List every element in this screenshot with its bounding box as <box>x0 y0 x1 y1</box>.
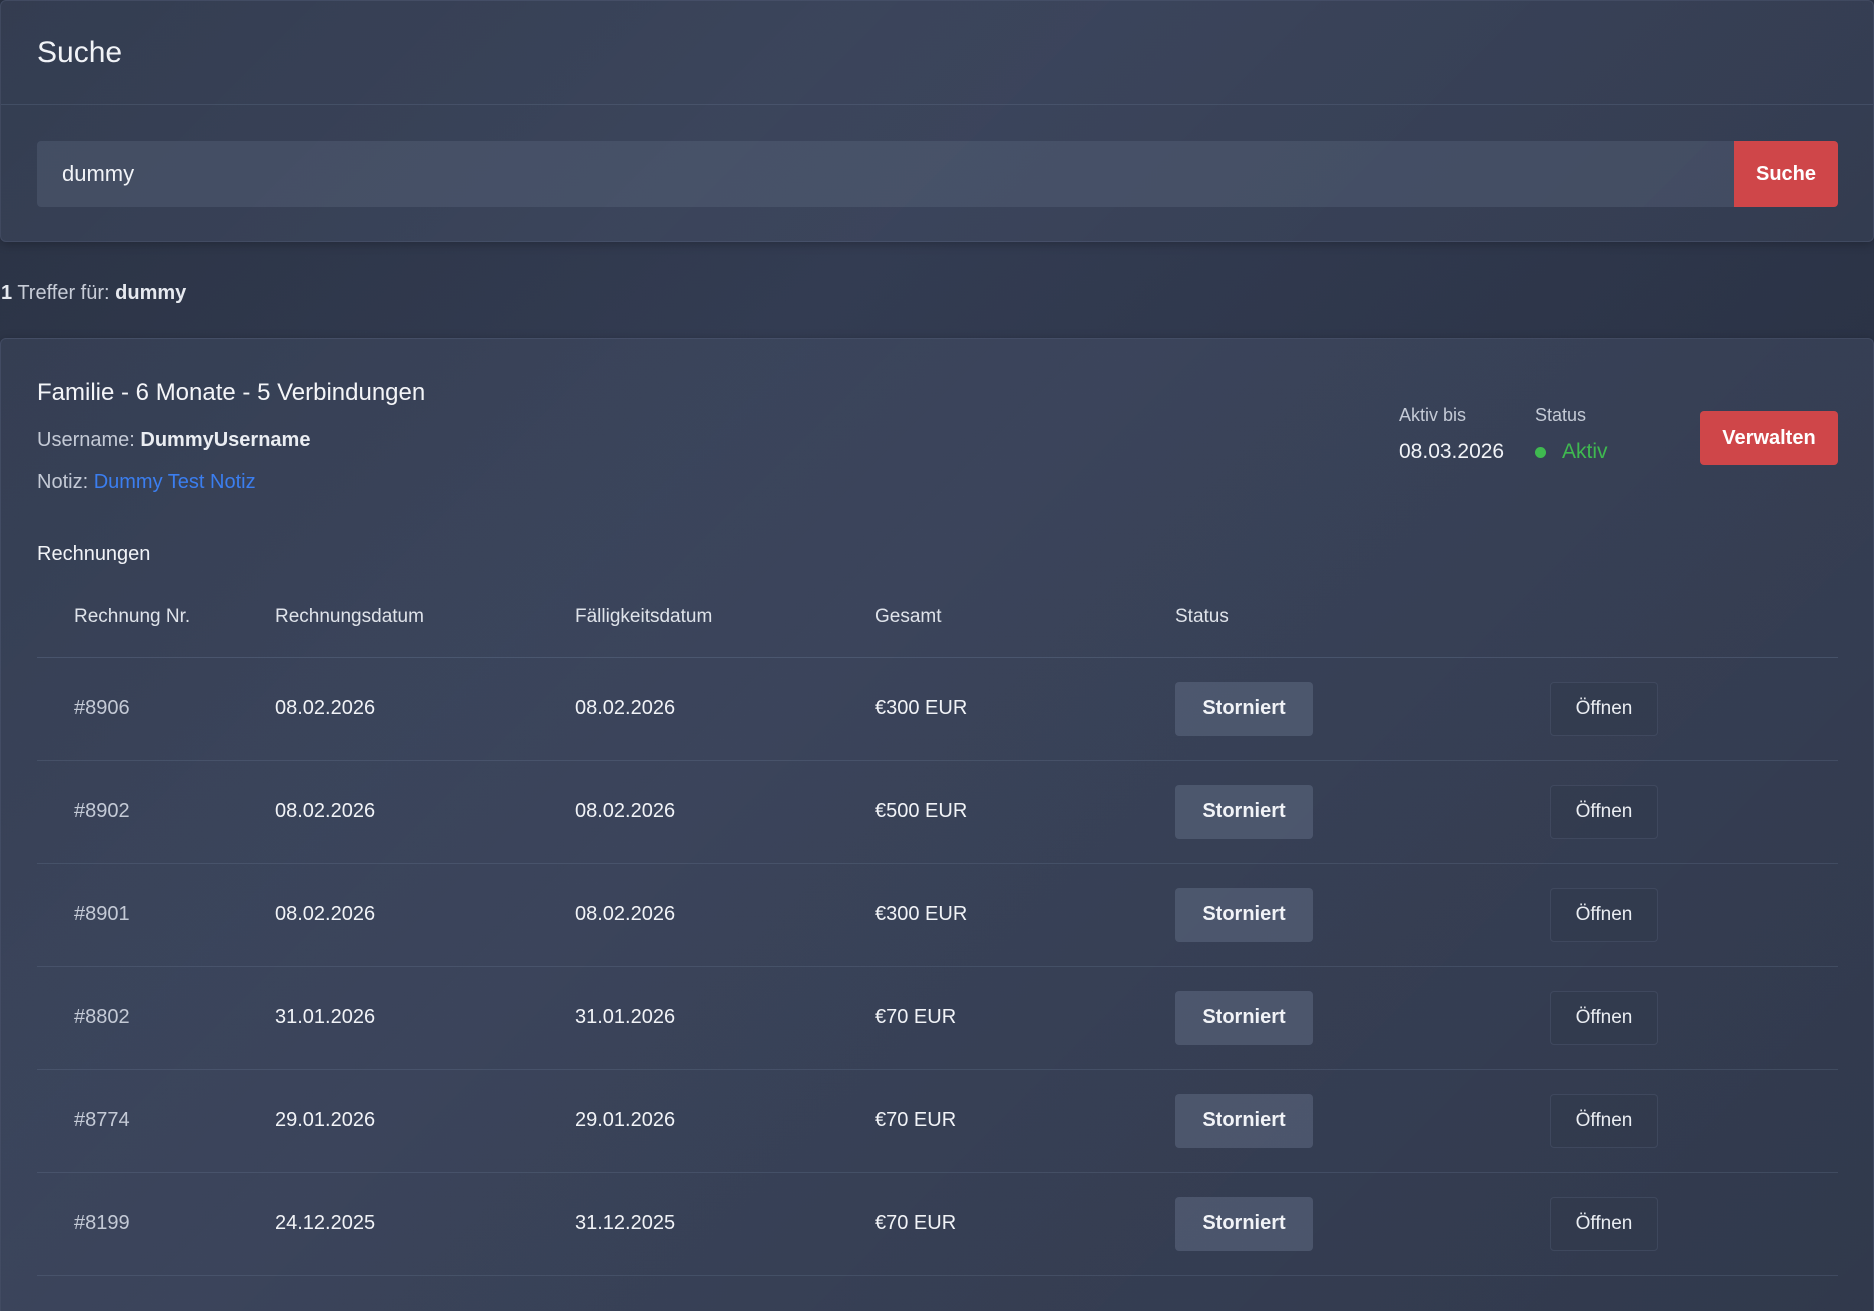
action-cell: Öffnen <box>1550 966 1838 1070</box>
table-row: #8902 08.02.2026 08.02.2026 €500 EUR Sto… <box>37 760 1838 864</box>
search-button[interactable]: Suche <box>1734 141 1838 207</box>
open-invoice-button[interactable]: Öffnen <box>1550 681 1658 736</box>
status-block: Status Aktiv <box>1535 405 1608 464</box>
table-row: #8901 08.02.2026 08.02.2026 €300 EUR Sto… <box>37 863 1838 967</box>
action-cell: Öffnen <box>1550 760 1838 864</box>
invoice-number: #8199 <box>37 1172 275 1276</box>
note-link[interactable]: Dummy Test Notiz <box>94 471 256 493</box>
invoice-total: €70 EUR <box>875 1069 1175 1173</box>
invoice-number: #8902 <box>37 760 275 864</box>
column-header-total: Gesamt <box>875 577 1175 658</box>
status-badge: Storniert <box>1175 784 1313 839</box>
action-cell: Öffnen <box>1550 1069 1838 1173</box>
invoice-total: €70 EUR <box>875 966 1175 1070</box>
status-badge: Storniert <box>1175 1196 1313 1251</box>
invoices-table: Rechnung Nr. Rechnungsdatum Fälligkeitsd… <box>37 577 1838 1276</box>
invoice-date: 29.01.2026 <box>275 1069 575 1173</box>
invoice-date: 08.02.2026 <box>275 863 575 967</box>
status-text: Aktiv <box>1562 440 1608 463</box>
invoice-date: 08.02.2026 <box>275 760 575 864</box>
status-cell: Storniert <box>1175 657 1550 761</box>
username-label: Username: <box>37 429 135 451</box>
status-cell: Storniert <box>1175 1172 1550 1276</box>
open-invoice-button[interactable]: Öffnen <box>1550 887 1658 942</box>
result-term: dummy <box>115 282 187 304</box>
due-date: 08.02.2026 <box>575 863 875 967</box>
action-cell: Öffnen <box>1550 657 1838 761</box>
open-invoice-button[interactable]: Öffnen <box>1550 784 1658 839</box>
plan-title: Familie - 6 Monate - 5 Verbindungen <box>37 379 426 406</box>
table-row: #8199 24.12.2025 31.12.2025 €70 EUR Stor… <box>37 1172 1838 1276</box>
open-invoice-button[interactable]: Öffnen <box>1550 1196 1658 1251</box>
column-header-due-date: Fälligkeitsdatum <box>575 577 875 658</box>
column-header-number: Rechnung Nr. <box>37 577 275 658</box>
note-label: Notiz: <box>37 471 89 493</box>
invoice-number: #8802 <box>37 966 275 1070</box>
table-header-row: Rechnung Nr. Rechnungsdatum Fälligkeitsd… <box>37 577 1838 658</box>
action-cell: Öffnen <box>1550 863 1838 967</box>
invoice-date: 08.02.2026 <box>275 657 575 761</box>
invoice-number: #8906 <box>37 657 275 761</box>
action-cell: Öffnen <box>1550 1172 1838 1276</box>
status-dot-icon <box>1535 446 1546 458</box>
invoice-date: 24.12.2025 <box>275 1172 575 1276</box>
invoice-total: €300 EUR <box>875 863 1175 967</box>
status-badge: Storniert <box>1175 681 1313 736</box>
status-badge: Storniert <box>1175 1093 1313 1148</box>
table-row: #8906 08.02.2026 08.02.2026 €300 EUR Sto… <box>37 657 1838 761</box>
due-date: 31.01.2026 <box>575 966 875 1070</box>
search-row: Suche <box>37 141 1838 207</box>
status-cell: Storniert <box>1175 863 1550 967</box>
invoice-total: €300 EUR <box>875 657 1175 761</box>
open-invoice-button[interactable]: Öffnen <box>1550 1093 1658 1148</box>
status-badge: Storniert <box>1175 990 1313 1045</box>
status-badge: Storniert <box>1175 887 1313 942</box>
due-date: 08.02.2026 <box>575 657 875 761</box>
status-label: Status <box>1535 405 1587 425</box>
result-summary: 1 Treffer für: dummy <box>1 282 186 305</box>
active-until-value: 08.03.2026 <box>1399 440 1505 463</box>
status-value: Aktiv <box>1535 440 1608 464</box>
search-panel: Suche Suche <box>0 0 1874 242</box>
page-title: Suche <box>37 35 123 69</box>
invoices-title: Rechnungen <box>37 543 151 565</box>
due-date: 31.12.2025 <box>575 1172 875 1276</box>
username-value: DummyUsername <box>140 429 311 451</box>
open-invoice-button[interactable]: Öffnen <box>1550 990 1658 1045</box>
column-header-invoice-date: Rechnungsdatum <box>275 577 575 658</box>
due-date: 08.02.2026 <box>575 760 875 864</box>
result-count: 1 <box>1 282 13 304</box>
invoice-number: #8901 <box>37 863 275 967</box>
result-label: Treffer für: <box>17 282 110 304</box>
search-panel-header: Suche <box>1 1 1873 105</box>
status-cell: Storniert <box>1175 1069 1550 1173</box>
table-row: #8802 31.01.2026 31.01.2026 €70 EUR Stor… <box>37 966 1838 1070</box>
invoice-date: 31.01.2026 <box>275 966 575 1070</box>
search-input[interactable] <box>37 141 1734 207</box>
status-cell: Storniert <box>1175 760 1550 864</box>
column-header-actions <box>1550 577 1838 658</box>
invoice-number: #8774 <box>37 1069 275 1173</box>
active-until-label: Aktiv bis <box>1399 405 1467 425</box>
username-line: Username: DummyUsername <box>37 429 310 452</box>
invoice-total: €500 EUR <box>875 760 1175 864</box>
manage-button[interactable]: Verwalten <box>1700 411 1838 465</box>
status-cell: Storniert <box>1175 966 1550 1070</box>
due-date: 29.01.2026 <box>575 1069 875 1173</box>
column-header-status: Status <box>1175 577 1550 658</box>
result-card: Familie - 6 Monate - 5 Verbindungen User… <box>0 338 1874 1311</box>
table-row: #8774 29.01.2026 29.01.2026 €70 EUR Stor… <box>37 1069 1838 1173</box>
note-line: Notiz: Dummy Test Notiz <box>37 471 256 494</box>
invoice-total: €70 EUR <box>875 1172 1175 1276</box>
active-until-block: Aktiv bis 08.03.2026 <box>1399 405 1504 464</box>
